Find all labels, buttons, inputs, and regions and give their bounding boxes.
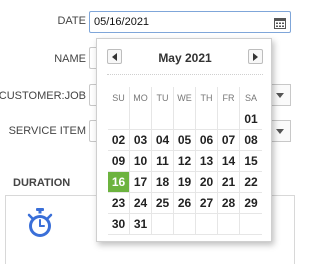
- day-cell[interactable]: 31: [130, 214, 152, 235]
- day-cell[interactable]: 25: [152, 193, 174, 214]
- calendar-week-row: 16 17 18 19 20 21 22: [108, 172, 262, 193]
- day-cell[interactable]: 05: [174, 130, 196, 151]
- weekday-label: TH: [196, 87, 218, 109]
- weekday-row: SU MO TU WE TH FR SA: [108, 87, 262, 109]
- day-cell[interactable]: 30: [108, 214, 130, 235]
- calendar-days: 01 02 03 04 05 06 07 08 09 10 11 12 13 14 15 16 17 18 19 20…: [108, 109, 262, 235]
- day-cell[interactable]: 10: [130, 151, 152, 172]
- empty-day-cell: [196, 214, 218, 235]
- date-picker-popup: May 2021 SU MO TU WE TH FR SA 01 02 03 04 05…: [96, 38, 272, 242]
- day-cell[interactable]: 20: [196, 172, 218, 193]
- day-cell[interactable]: 07: [218, 130, 240, 151]
- empty-day-cell: [174, 214, 196, 235]
- day-cell[interactable]: 13: [196, 151, 218, 172]
- selected-day-cell[interactable]: 16: [108, 172, 130, 193]
- weekday-label: TU: [152, 87, 174, 109]
- day-cell[interactable]: 14: [218, 151, 240, 172]
- empty-day-cell: [130, 109, 152, 130]
- chevron-right-icon: [253, 52, 258, 61]
- calendar-week-row: 30 31: [108, 214, 262, 235]
- day-cell[interactable]: 03: [130, 130, 152, 151]
- dropdown-arrow-icon: [275, 128, 284, 134]
- calendar-week-row: 02 03 04 05 06 07 08: [108, 130, 262, 151]
- empty-day-cell: [218, 214, 240, 235]
- day-cell[interactable]: 26: [174, 193, 196, 214]
- customer-job-dropdown[interactable]: [269, 84, 291, 106]
- duration-label: DURATION: [13, 177, 71, 189]
- day-cell[interactable]: 18: [152, 172, 174, 193]
- calendar-grid: SU MO TU WE TH FR SA 01 02 03 04 05 06 07 08 09 1…: [108, 87, 262, 235]
- calendar-week-row: 09 10 11 12 13 14 15: [108, 151, 262, 172]
- calendar-week-row: 23 24 25 26 27 28 29: [108, 193, 262, 214]
- empty-day-cell: [152, 214, 174, 235]
- day-cell[interactable]: 15: [240, 151, 262, 172]
- day-cell[interactable]: 21: [218, 172, 240, 193]
- calendar-week-row: 01: [108, 109, 262, 130]
- day-cell[interactable]: 19: [174, 172, 196, 193]
- day-cell[interactable]: 09: [108, 151, 130, 172]
- dropdown-arrow-icon: [275, 92, 284, 98]
- service-item-label: SERVICE ITEM: [8, 125, 86, 137]
- service-item-dropdown[interactable]: [269, 120, 291, 142]
- next-month-button[interactable]: [248, 49, 263, 64]
- day-cell[interactable]: 11: [152, 151, 174, 172]
- day-cell[interactable]: 08: [240, 130, 262, 151]
- empty-day-cell: [218, 109, 240, 130]
- weekday-label: SA: [244, 93, 257, 103]
- empty-day-cell: [196, 109, 218, 130]
- day-cell[interactable]: 23: [108, 193, 130, 214]
- day-cell[interactable]: 12: [174, 151, 196, 172]
- day-cell[interactable]: 04: [152, 130, 174, 151]
- date-field[interactable]: 05/16/2021: [89, 11, 291, 33]
- empty-day-cell: [152, 109, 174, 130]
- date-value: 05/16/2021: [94, 16, 150, 28]
- day-cell[interactable]: 22: [240, 172, 262, 193]
- date-label: DATE: [57, 15, 86, 27]
- day-cell[interactable]: 24: [130, 193, 152, 214]
- customer-job-label: CUSTOMER:JOB: [0, 90, 86, 102]
- weekday-label: MO: [130, 87, 152, 109]
- day-cell[interactable]: 29: [240, 193, 262, 214]
- day-cell[interactable]: 28: [218, 193, 240, 214]
- day-cell[interactable]: 01: [240, 109, 262, 130]
- stopwatch-icon[interactable]: [25, 207, 55, 239]
- weekday-label: FR: [218, 87, 240, 109]
- empty-day-cell: [174, 109, 196, 130]
- day-cell[interactable]: 17: [130, 172, 152, 193]
- empty-day-cell: [240, 214, 262, 235]
- weekday-label: WE: [174, 87, 196, 109]
- calendar-header: May 2021: [97, 39, 273, 75]
- day-cell[interactable]: 27: [196, 193, 218, 214]
- day-cell[interactable]: 06: [196, 130, 218, 151]
- weekday-label: SU: [108, 87, 130, 109]
- month-title: May 2021: [158, 51, 212, 65]
- calendar-icon[interactable]: [274, 16, 286, 29]
- empty-day-cell: [108, 109, 130, 130]
- header-divider: [107, 74, 263, 75]
- day-cell[interactable]: 02: [108, 130, 130, 151]
- name-label: NAME: [54, 53, 86, 65]
